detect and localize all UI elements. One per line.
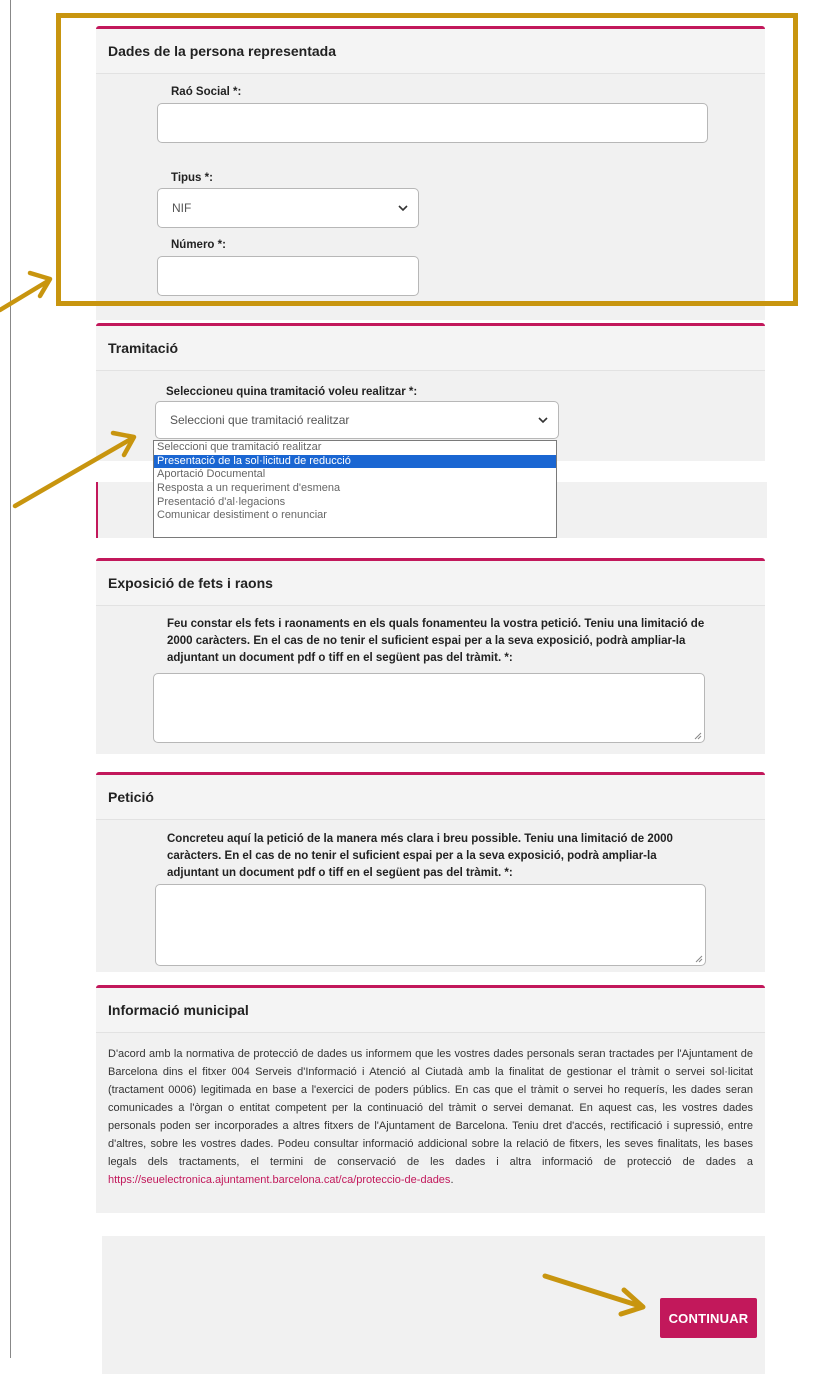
tramitacio-option[interactable]: Aportació Documental — [154, 468, 556, 482]
chevron-down-icon — [538, 417, 548, 424]
tramitacio-option[interactable]: Comunicar desistiment o renunciar — [154, 509, 556, 523]
annotation-highlight-frame — [56, 13, 798, 306]
tramitacio-dropdown-list[interactable]: Seleccioni que tramitació realitzar Pres… — [153, 440, 557, 538]
tramitacio-option-highlighted[interactable]: Presentació de la sol·licitud de reducci… — [154, 454, 556, 469]
privacy-link[interactable]: https://seuelectronica.ajuntament.barcel… — [108, 1174, 450, 1186]
privacy-notice: D'acord amb la normativa de protecció de… — [108, 1045, 753, 1189]
resize-handle-icon[interactable] — [693, 731, 702, 740]
tramitacio-option[interactable]: Resposta a un requeriment d'esmena — [154, 482, 556, 496]
privacy-notice-suffix: . — [450, 1174, 454, 1186]
tramitacio-option[interactable]: Seleccioni que tramitació realitzar — [154, 441, 556, 455]
section-exposicio-title: Exposició de fets i raons — [96, 561, 765, 606]
tramitacio-select[interactable]: Seleccioni que tramitació realitzar — [155, 401, 559, 439]
annotation-arrow-icon — [542, 1273, 646, 1317]
peticio-textarea[interactable] — [155, 884, 706, 966]
resize-handle-icon[interactable] — [694, 954, 703, 963]
section-peticio-title: Petició — [96, 775, 765, 820]
page-left-border — [10, 0, 11, 1358]
exposicio-label: Feu constar els fets i raonaments en els… — [167, 618, 705, 664]
privacy-notice-text: D'acord amb la normativa de protecció de… — [108, 1048, 753, 1168]
exposicio-textarea[interactable] — [153, 673, 705, 743]
section-informacio-title: Informació municipal — [96, 988, 765, 1033]
tramitacio-select-value: Seleccioni que tramitació realitzar — [170, 413, 350, 427]
section-tramitacio-title: Tramitació — [96, 326, 765, 371]
tramitacio-select-label: Seleccioneu quina tramitació voleu reali… — [166, 386, 418, 398]
continue-button[interactable]: CONTINUAR — [660, 1298, 757, 1338]
annotation-arrow-icon — [12, 430, 137, 509]
annotation-arrow-icon — [0, 270, 53, 313]
peticio-label: Concreteu aquí la petició de la manera m… — [167, 833, 673, 879]
tramitacio-option[interactable]: Presentació d'al·legacions — [154, 496, 556, 510]
